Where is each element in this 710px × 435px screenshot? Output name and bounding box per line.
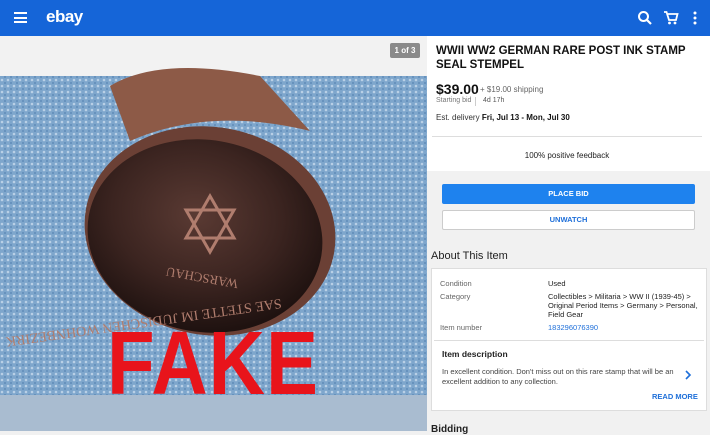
listing-title: WWII WW2 GERMAN RARE POST INK STAMP SEAL… [436, 45, 686, 71]
bidding-heading: Bidding [431, 424, 469, 435]
item-description-text: In excellent condition. Don't miss out o… [442, 367, 674, 386]
chevron-right-icon[interactable] [684, 370, 692, 380]
category-label: Category [440, 292, 471, 301]
unwatch-button[interactable]: UNWATCH [442, 210, 695, 230]
about-heading: About This Item [431, 250, 508, 262]
seller-feedback[interactable]: 100% positive feedback [432, 151, 702, 160]
divider [475, 97, 476, 106]
estimated-delivery: Est. delivery Fri, Jul 13 - Mon, Jul 30 [436, 113, 570, 122]
condition-value: Used [548, 279, 566, 288]
item-description-heading: Item description [442, 349, 508, 359]
condition-label: Condition [440, 279, 472, 288]
cart-icon[interactable] [662, 9, 680, 27]
price: $39.00 [436, 81, 479, 97]
ebay-logo[interactable]: ebay [46, 7, 83, 27]
divider [432, 136, 702, 137]
app-bar: ebay [0, 0, 710, 36]
time-left: 4d 17h [483, 97, 505, 104]
shipping-cost: + $19.00 shipping [480, 85, 544, 94]
place-bid-button[interactable]: PLACE BID [442, 184, 695, 204]
search-icon[interactable] [636, 9, 654, 27]
fake-overlay-text: FAKE [107, 312, 320, 414]
item-number-label: Item number [440, 323, 483, 332]
read-more-link[interactable]: READ MORE [652, 392, 698, 401]
delivery-label: Est. delivery [436, 113, 480, 122]
more-vertical-icon[interactable] [686, 9, 704, 27]
item-number-value[interactable]: 183296076390 [548, 323, 698, 332]
category-value[interactable]: Collectibles > Militaria > WW II (1939-4… [548, 292, 698, 319]
menu-icon[interactable] [14, 12, 27, 23]
delivery-dates: Fri, Jul 13 - Mon, Jul 30 [481, 113, 570, 122]
image-counter: 1 of 3 [390, 43, 420, 58]
starting-bid-label: Starting bid [436, 97, 472, 104]
